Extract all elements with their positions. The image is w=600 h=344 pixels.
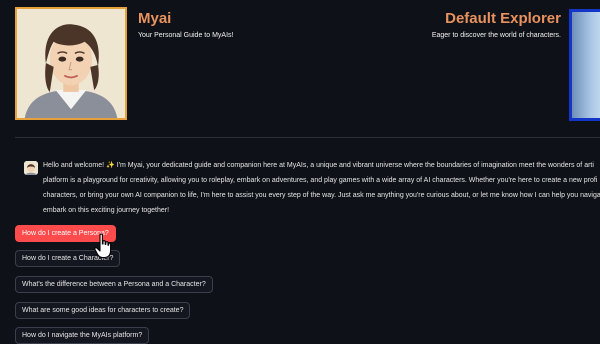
- bot-avatar: [15, 7, 127, 120]
- bot-message-avatar-icon: [24, 161, 38, 175]
- suggestion-navigate-platform-button[interactable]: How do I navigate the MyAIs platform?: [15, 327, 150, 344]
- bot-portrait-image: [17, 9, 125, 118]
- header-divider: [15, 137, 600, 138]
- welcome-line: characters, or bring your own AI compani…: [43, 192, 600, 199]
- welcome-line: Hello and welcome! ✨ I'm Myai, your dedi…: [43, 162, 594, 169]
- user-avatar: [569, 9, 600, 121]
- bot-tagline: Your Personal Guide to MyAIs!: [138, 32, 234, 39]
- user-tagline: Eager to discover the world of character…: [431, 32, 561, 39]
- welcome-message: Hello and welcome! ✨ I'm Myai, your dedi…: [43, 158, 600, 218]
- bot-name: Myai: [138, 10, 172, 27]
- welcome-line: platform is a playground for creativity,…: [43, 177, 598, 184]
- suggestion-character-ideas-button[interactable]: What are some good ideas for characters …: [15, 302, 191, 319]
- hand-pointer-icon: [94, 233, 112, 259]
- suggestion-persona-vs-character-button[interactable]: What's the difference between a Persona …: [15, 276, 213, 293]
- welcome-line: embark on this exciting journey together…: [43, 207, 170, 214]
- user-name: Default Explorer: [445, 10, 561, 27]
